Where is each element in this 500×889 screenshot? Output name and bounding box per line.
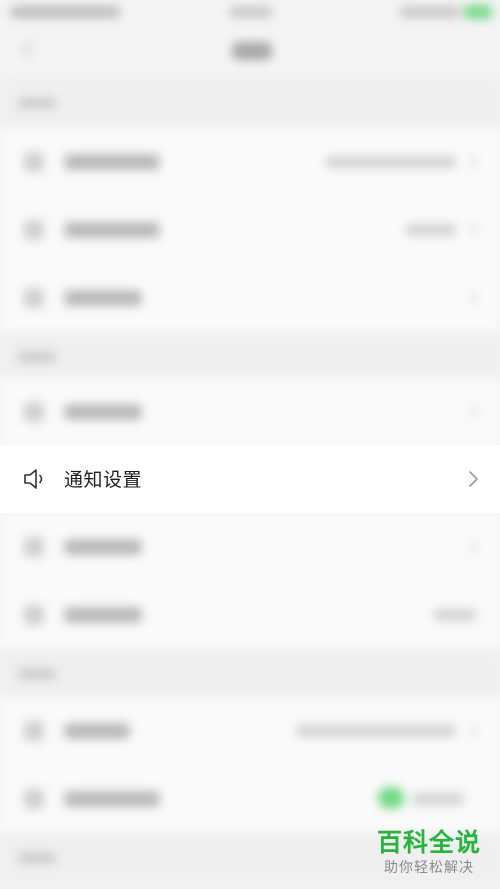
settings-row[interactable] — [0, 581, 500, 649]
row-icon — [24, 537, 44, 557]
settings-row[interactable] — [0, 513, 500, 581]
speaker-icon — [22, 467, 48, 491]
chevron-right-icon — [463, 403, 479, 419]
nav-bar — [0, 28, 500, 78]
back-icon[interactable] — [21, 39, 41, 59]
row-label — [64, 222, 160, 238]
row-value — [412, 793, 464, 805]
row-value — [326, 156, 456, 168]
row-label — [64, 404, 142, 420]
chevron-right-icon — [463, 289, 479, 305]
watermark-brand: 百科全说 — [376, 828, 481, 857]
row-value — [406, 224, 456, 236]
row-value — [434, 609, 476, 621]
chevron-right-icon — [463, 153, 479, 169]
row-label — [64, 290, 142, 306]
status-bar-signal — [400, 6, 460, 18]
status-bar — [0, 0, 500, 28]
row-label — [64, 539, 142, 555]
chevron-right-icon — [463, 722, 479, 738]
row-icon — [24, 721, 44, 741]
notification-settings-label: 通知设置 — [64, 469, 143, 491]
page-title — [232, 42, 272, 60]
row-icon — [24, 605, 44, 625]
section-header — [0, 649, 500, 699]
settings-row[interactable] — [0, 128, 500, 196]
status-bar-carrier — [10, 6, 120, 18]
watermark-logo: 百科全说 助你轻松解决 — [370, 828, 488, 878]
section-header — [0, 332, 500, 382]
row-icon — [24, 288, 44, 308]
row-label — [64, 607, 142, 623]
row-value — [296, 725, 456, 737]
settings-row[interactable] — [0, 196, 500, 264]
row-icon — [24, 220, 44, 240]
chevron-right-icon — [466, 469, 480, 489]
settings-row[interactable] — [0, 697, 500, 765]
settings-row[interactable] — [0, 378, 500, 446]
row-label — [64, 154, 160, 170]
status-bar-time — [230, 6, 272, 18]
section-header — [0, 78, 500, 128]
settings-row[interactable] — [0, 264, 500, 332]
row-icon — [24, 402, 44, 422]
row-icon — [24, 152, 44, 172]
notification-settings-row[interactable]: 通知设置 — [0, 445, 500, 513]
row-label — [64, 791, 160, 807]
row-icon — [24, 789, 44, 809]
row-label — [64, 723, 130, 739]
settings-row[interactable] — [0, 765, 500, 833]
watermark-tagline: 助你轻松解决 — [384, 860, 474, 876]
toggle-switch[interactable] — [378, 787, 404, 809]
chevron-right-icon — [463, 221, 479, 237]
battery-icon — [464, 5, 492, 19]
chevron-right-icon — [463, 538, 479, 554]
